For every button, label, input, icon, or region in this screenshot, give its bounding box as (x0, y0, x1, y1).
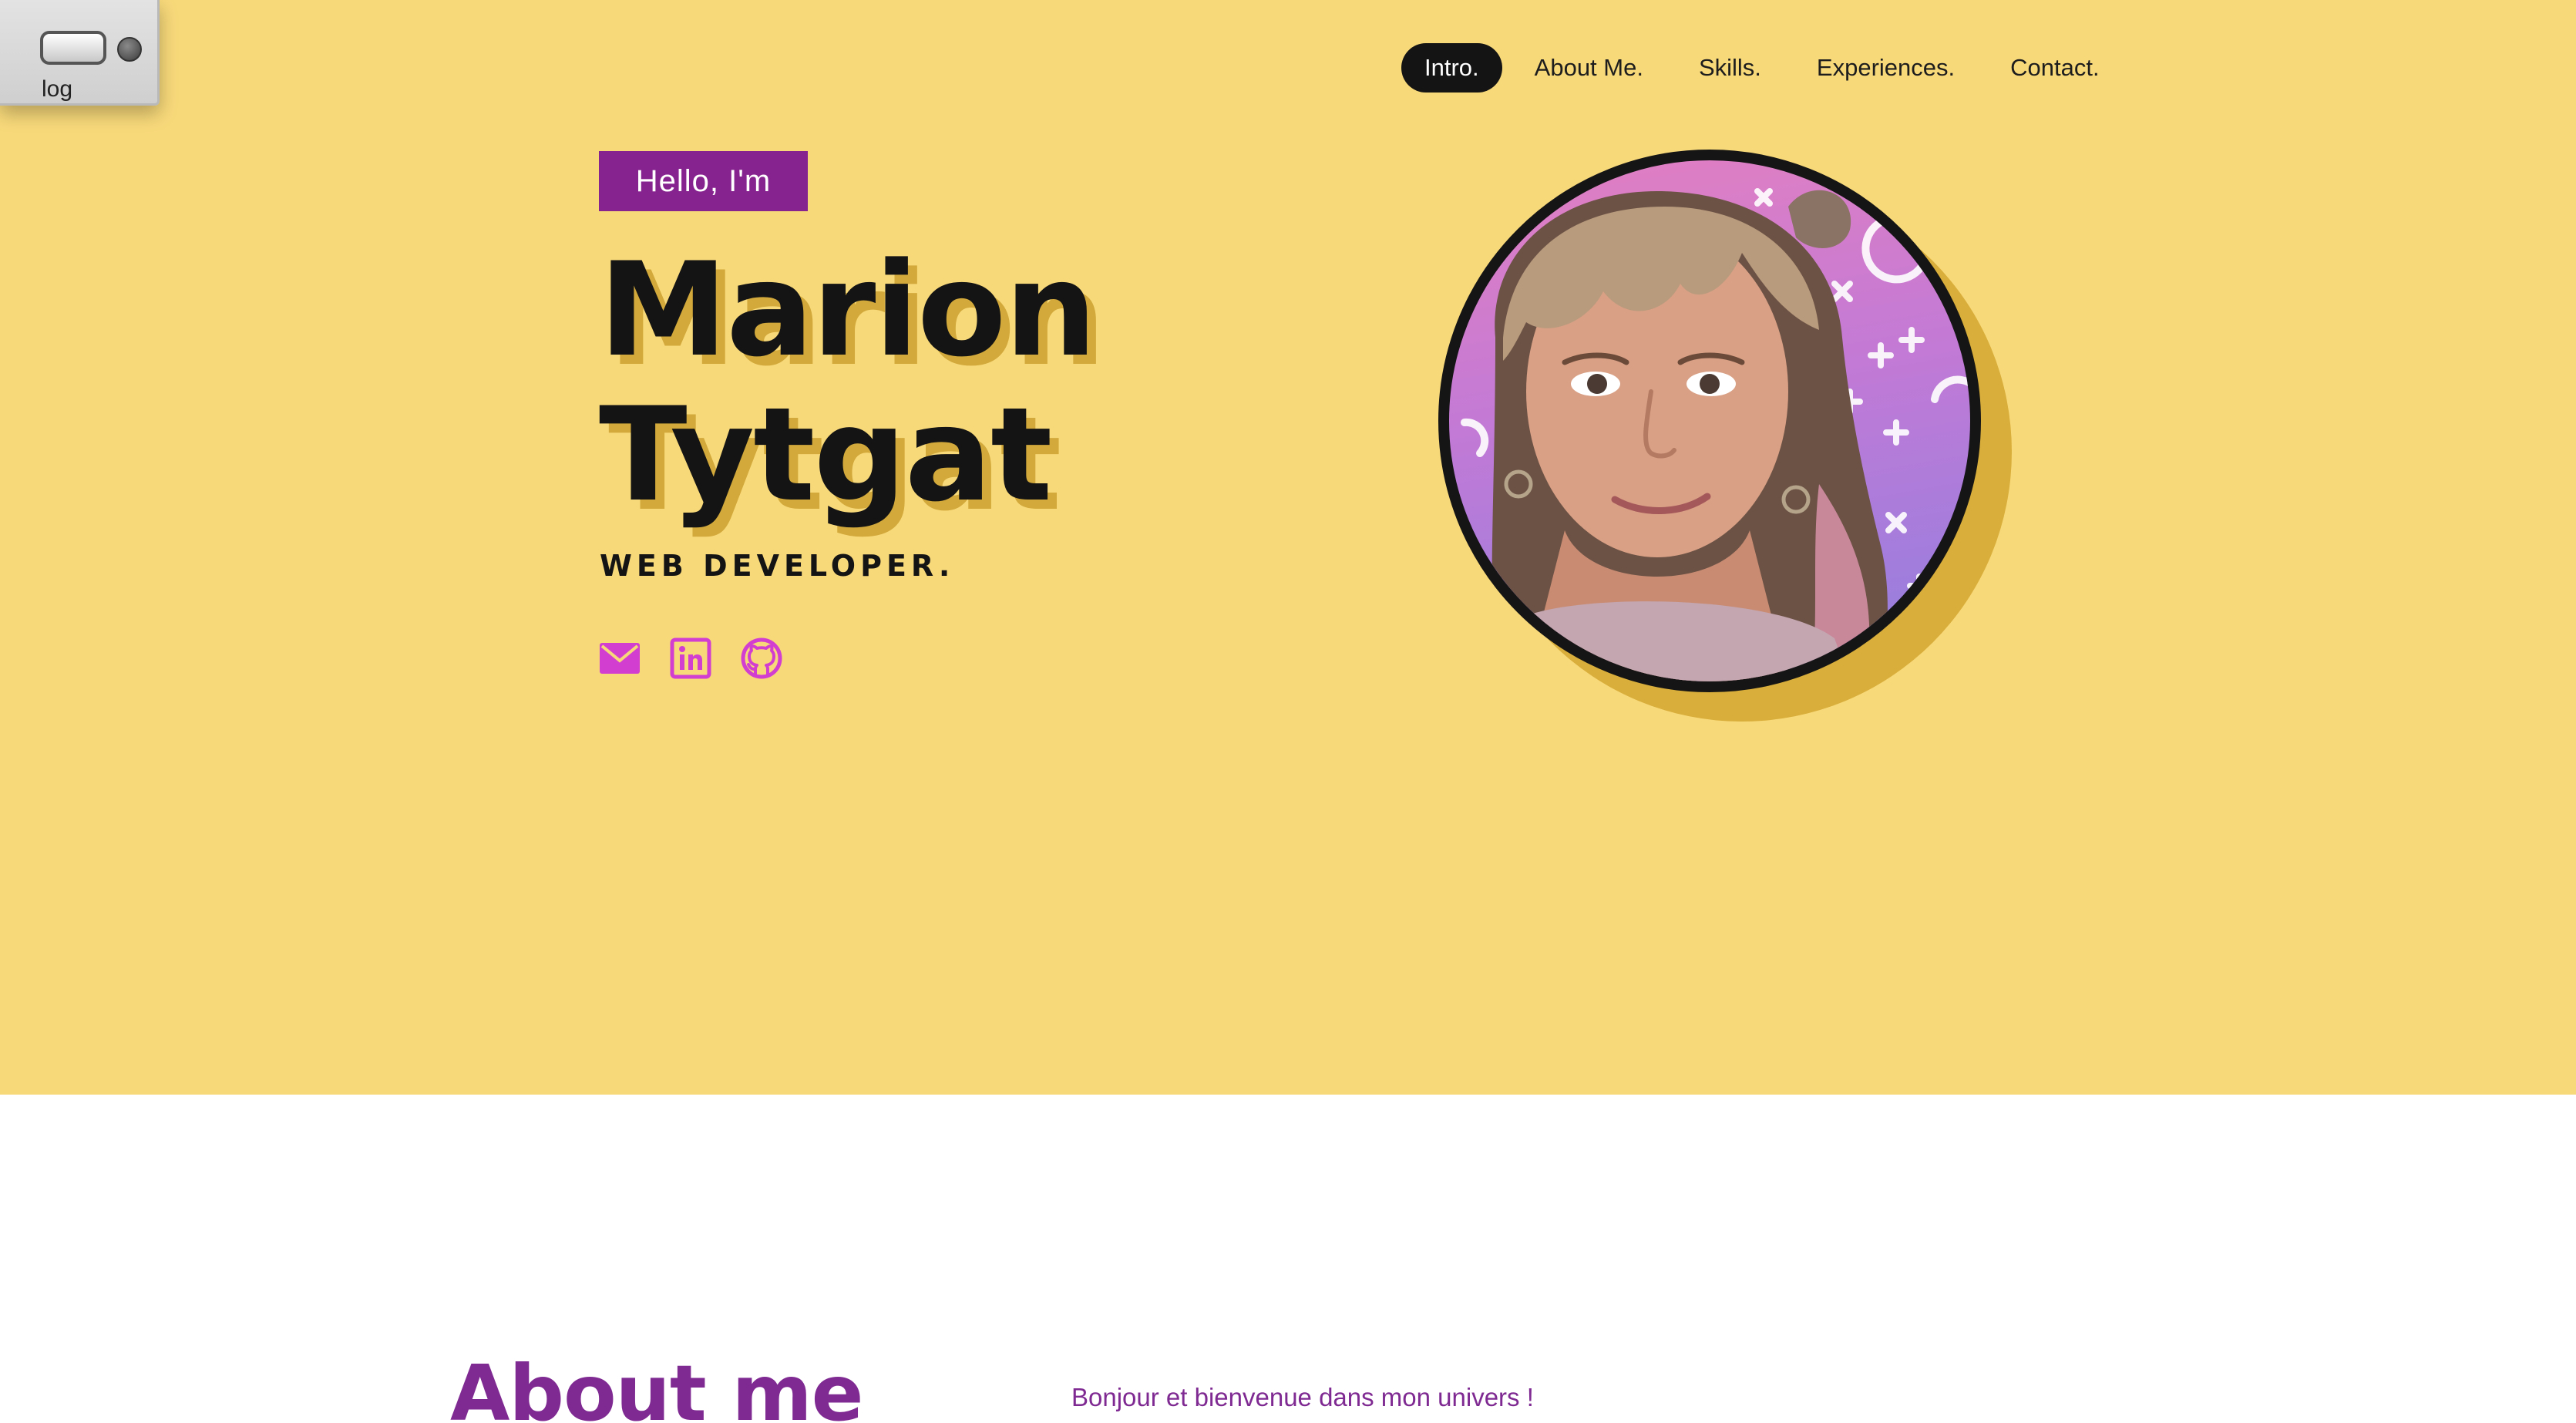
about-heading: About me (450, 1348, 864, 1423)
github-link[interactable] (740, 637, 783, 680)
social-links (598, 637, 811, 680)
linkedin-icon (670, 637, 711, 679)
last-name-heading: Tytgat (599, 379, 1052, 530)
about-intro-text: Bonjour et bienvenue dans mon univers ! (1071, 1383, 1534, 1411)
nav-item-about-me[interactable]: About Me. (1512, 43, 1666, 93)
hero-wave-divider (0, 833, 2576, 1079)
role-subtitle: WEB DEVELOPER. (600, 549, 955, 583)
nav-item-skills[interactable]: Skills. (1676, 43, 1784, 93)
linkedin-link[interactable] (669, 637, 712, 680)
github-icon (741, 637, 782, 679)
avatar (1438, 150, 1981, 692)
email-link[interactable] (598, 637, 641, 680)
portfolio-page: log Intro. About Me. Skills. Experiences… (0, 0, 2576, 1423)
theme-toggle-widget[interactable]: log (0, 0, 160, 106)
toggle-indicator-icon (117, 37, 142, 62)
toggle-switch[interactable] (40, 31, 106, 65)
mail-icon (600, 643, 640, 674)
greeting-badge: Hello, I'm (599, 151, 808, 211)
toggle-label: log (42, 77, 73, 102)
profile-photo (1461, 188, 1970, 681)
first-name-heading: Marion (599, 234, 1097, 385)
nav-item-contact[interactable]: Contact. (1987, 43, 2122, 93)
nav-item-experiences[interactable]: Experiences. (1794, 43, 1978, 93)
main-nav: Intro. About Me. Skills. Experiences. Co… (1401, 43, 2132, 93)
nav-item-intro[interactable]: Intro. (1401, 43, 1502, 93)
